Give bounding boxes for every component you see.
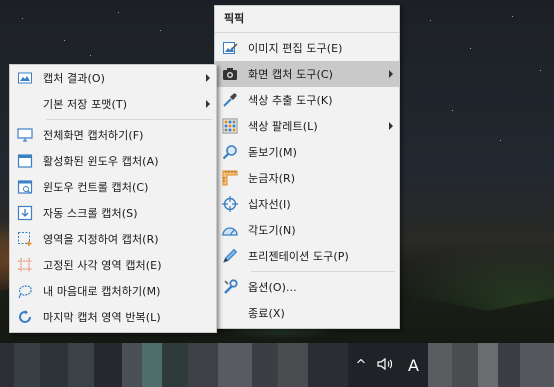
menu-item-image-editor[interactable]: 이미지 편집 도구(E) — [215, 35, 399, 61]
menu-item-label: 내 마음대로 캡처하기(M) — [43, 285, 161, 298]
menu-item-capture-region[interactable]: 영역을 지정하여 캡처(R) — [10, 226, 216, 252]
menu-item-default-format[interactable]: 기본 저장 포맷(T) — [10, 91, 216, 117]
menu-item-label: 종료(X) — [248, 307, 285, 320]
submenu-arrow-icon — [389, 70, 393, 78]
submenu-arrow-icon — [389, 122, 393, 130]
image-edit-icon — [222, 40, 238, 56]
menu-item-capture-result[interactable]: 캡처 결과(O) — [10, 65, 216, 91]
menu-item-label: 프리젠테이션 도구(P) — [248, 250, 349, 263]
menu-item-label: 색상 팔레트(L) — [248, 120, 318, 133]
menu-item-label: 고정된 사각 영역 캡처(E) — [43, 259, 162, 272]
scroll-capture-icon — [17, 205, 33, 221]
menu-item-label: 눈금자(R) — [248, 172, 296, 185]
ime-indicator[interactable]: A — [408, 356, 419, 375]
menu-item-label: 돋보기(M) — [248, 146, 298, 159]
submenu-arrow-icon — [206, 74, 210, 82]
menu-item-label: 캡처 결과(O) — [43, 72, 106, 85]
menu-item-capture-fixed-region[interactable]: 고정된 사각 영역 캡처(E) — [10, 252, 216, 278]
capture-result-icon — [17, 70, 33, 86]
capture-submenu: 캡처 결과(O) 기본 저장 포맷(T) 전체화면 캡처하기(F) 활성화된 윈… — [9, 64, 217, 333]
menu-item-capture-auto-scroll[interactable]: 자동 스크롤 캡처(S) — [10, 200, 216, 226]
menu-item-label: 색상 추출 도구(K) — [248, 94, 333, 107]
menu-item-color-palette[interactable]: 색상 팔레트(L) — [215, 113, 399, 139]
menu-item-capture-active-window[interactable]: 활성화된 윈도우 캡처(A) — [10, 148, 216, 174]
crosshair-icon — [222, 196, 238, 212]
camera-icon — [222, 66, 238, 82]
tray-overflow-chevron[interactable]: ^ — [354, 358, 368, 373]
menu-item-label: 자동 스크롤 캡처(S) — [43, 207, 138, 220]
menu-item-label: 전체화면 캡처하기(F) — [43, 129, 144, 142]
menu-item-exit[interactable]: 종료(X) — [215, 300, 399, 326]
menu-item-label: 마지막 캡처 영역 반복(L) — [43, 311, 161, 324]
menu-item-label: 옵션(O)... — [248, 281, 297, 294]
menu-title: 픽픽 — [215, 6, 399, 33]
freehand-lasso-icon — [17, 283, 33, 299]
menu-item-magnifier[interactable]: 돋보기(M) — [215, 139, 399, 165]
picpick-main-menu: 픽픽 이미지 편집 도구(E) 화면 캡처 도구(C) 색상 추출 도구(K) … — [214, 5, 400, 329]
menu-item-capture-window-control[interactable]: 윈도우 컨트롤 캡처(C) — [10, 174, 216, 200]
menu-item-protractor[interactable]: 각도기(N) — [215, 217, 399, 243]
blank-icon — [17, 96, 33, 112]
magnifier-icon — [222, 144, 238, 160]
menu-separator — [46, 119, 212, 120]
menu-item-label: 윈도우 컨트롤 캡처(C) — [43, 181, 149, 194]
menu-item-ruler[interactable]: 눈금자(R) — [215, 165, 399, 191]
blank-icon — [222, 305, 238, 321]
taskbar — [0, 343, 554, 387]
menu-item-crosshair[interactable]: 십자선(I) — [215, 191, 399, 217]
menu-item-presentation[interactable]: 프리젠테이션 도구(P) — [215, 243, 399, 269]
menu-item-label: 영역을 지정하여 캡처(R) — [43, 233, 159, 246]
window-control-icon — [17, 179, 33, 195]
menu-item-label: 각도기(N) — [248, 224, 296, 237]
menu-item-label: 이미지 편집 도구(E) — [248, 42, 343, 55]
menu-item-label: 활성화된 윈도우 캡처(A) — [43, 155, 159, 168]
pen-icon — [222, 248, 238, 264]
eyedropper-icon — [222, 92, 238, 108]
menu-item-label: 기본 저장 포맷(T) — [43, 98, 128, 111]
submenu-arrow-icon — [206, 100, 210, 108]
system-tray: ^ A — [354, 343, 419, 387]
wrench-icon — [222, 279, 238, 295]
menu-item-color-picker[interactable]: 색상 추출 도구(K) — [215, 87, 399, 113]
menu-item-repeat-last-capture[interactable]: 마지막 캡처 영역 반복(L) — [10, 304, 216, 330]
menu-item-capture-freehand[interactable]: 내 마음대로 캡처하기(M) — [10, 278, 216, 304]
fixed-region-icon — [17, 257, 33, 273]
repeat-icon — [17, 309, 33, 325]
menu-item-label: 화면 캡처 도구(C) — [248, 68, 334, 81]
region-select-icon — [17, 231, 33, 247]
menu-item-screen-capture[interactable]: 화면 캡처 도구(C) — [215, 61, 399, 87]
protractor-icon — [222, 222, 238, 238]
menu-separator — [251, 271, 395, 272]
ruler-icon — [222, 170, 238, 186]
menu-item-capture-fullscreen[interactable]: 전체화면 캡처하기(F) — [10, 122, 216, 148]
palette-grid-icon — [222, 118, 238, 134]
speaker-icon[interactable] — [376, 356, 398, 375]
menu-item-options[interactable]: 옵션(O)... — [215, 274, 399, 300]
monitor-icon — [17, 127, 33, 143]
menu-item-label: 십자선(I) — [248, 198, 291, 211]
window-icon — [17, 153, 33, 169]
